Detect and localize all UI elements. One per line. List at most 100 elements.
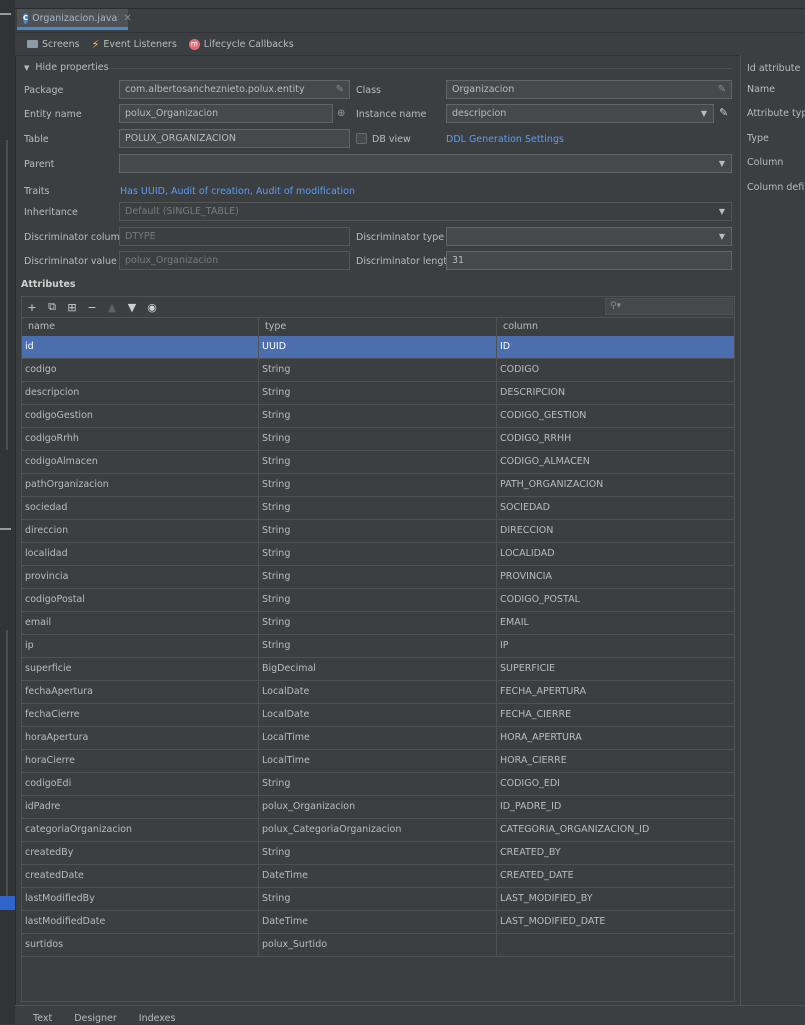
copy-icon[interactable]: ⧉ <box>42 300 62 314</box>
cell-name: codigoRrhh <box>22 428 259 450</box>
attributes-search-input[interactable]: ⚲▾ <box>605 298 733 315</box>
tab-text[interactable]: Text <box>33 1013 52 1025</box>
section-divider <box>108 68 732 69</box>
cell-column: CREATED_DATE <box>500 870 574 881</box>
cell-type: LocalDate <box>259 681 497 703</box>
cell-column: PATH_ORGANIZACION <box>500 479 604 490</box>
table-row[interactable]: horaCierre LocalTime HORA_CIERRE <box>22 750 734 773</box>
discriminator-value-field[interactable]: polux_Organizacion <box>119 251 350 270</box>
tab-indexes[interactable]: Indexes <box>139 1013 176 1025</box>
cell-type: String <box>259 428 497 450</box>
package-field[interactable]: com.albertosancheznieto.polux.entity ✎ <box>119 80 350 99</box>
table-row[interactable]: id UUID ID <box>22 336 734 359</box>
event-listeners-button[interactable]: ⚡ Event Listeners <box>92 38 177 51</box>
cell-type: polux_Surtido <box>259 934 497 956</box>
table-row[interactable]: idPadre polux_Organizacion ID_PADRE_ID <box>22 796 734 819</box>
class-field[interactable]: Organizacion ✎ <box>446 80 732 99</box>
cell-type: String <box>259 589 497 611</box>
table-row[interactable]: codigoRrhh String CODIGO_RRHH <box>22 428 734 451</box>
cell-column: LOCALIDAD <box>500 548 555 559</box>
globe-icon[interactable]: ⊕ <box>337 108 345 119</box>
inheritance-select[interactable]: Default (SINGLE_TABLE) ▼ <box>119 202 732 221</box>
attribute-type-label: Attribute type <box>747 108 805 119</box>
column-header-type[interactable]: type <box>259 318 497 337</box>
table-row[interactable]: lastModifiedBy String LAST_MODIFIED_BY <box>22 888 734 911</box>
table-row[interactable]: pathOrganizacion String PATH_ORGANIZACION <box>22 474 734 497</box>
event-listeners-label: Event Listeners <box>103 38 177 50</box>
table-row[interactable]: sociedad String SOCIEDAD <box>22 497 734 520</box>
table-row[interactable]: codigoPostal String CODIGO_POSTAL <box>22 589 734 612</box>
move-up-icon[interactable]: ▲ <box>102 301 122 314</box>
table-row[interactable]: surtidos polux_Surtido <box>22 934 734 957</box>
column-header-column[interactable]: column <box>497 318 734 337</box>
entity-name-field[interactable]: polux_Organizacion <box>119 104 333 123</box>
close-icon[interactable]: ✕ <box>123 13 131 24</box>
table-row[interactable]: categoriaOrganizacion polux_CategoriaOrga… <box>22 819 734 842</box>
editor-tab-title: Organizacion.java <box>32 12 118 24</box>
cell-name: categoriaOrganizacion <box>22 819 259 841</box>
pencil-icon[interactable]: ✎ <box>336 81 344 98</box>
db-view-label: DB view <box>372 134 411 145</box>
table-row[interactable]: email String EMAIL <box>22 612 734 635</box>
add-icon[interactable]: + <box>22 301 42 314</box>
db-view-checkbox[interactable] <box>356 133 367 144</box>
table-field[interactable]: POLUX_ORGANIZACION <box>119 129 350 148</box>
table-row[interactable]: horaApertura LocalTime HORA_APERTURA <box>22 727 734 750</box>
move-down-icon[interactable]: ▼ <box>122 301 142 314</box>
add-from-template-icon[interactable]: ⊞ <box>62 301 82 314</box>
lifecycle-callbacks-button[interactable]: m Lifecycle Callbacks <box>188 38 294 50</box>
screens-button[interactable]: Screens <box>27 39 80 50</box>
eye-icon[interactable]: ◉ <box>142 301 162 314</box>
table-row[interactable]: createdBy String CREATED_BY <box>22 842 734 865</box>
chevron-down-icon: ▼ <box>718 207 725 216</box>
cell-type: String <box>259 451 497 473</box>
table-row[interactable]: fechaApertura LocalDate FECHA_APERTURA <box>22 681 734 704</box>
editor-tab-strip: C Organizacion.java ✕ <box>15 0 805 33</box>
cell-type: polux_Organizacion <box>259 796 497 818</box>
cell-column: HORA_APERTURA <box>500 732 582 743</box>
column-header-name[interactable]: name <box>22 318 259 337</box>
attributes-table-body: id UUID ID codigo String CODIGO descripcion Str… <box>22 336 734 957</box>
cell-type: polux_CategoriaOrganizacion <box>259 819 497 841</box>
cell-name: lastModifiedBy <box>22 888 259 910</box>
cell-name: codigoGestion <box>22 405 259 427</box>
gutter-scroll-track[interactable] <box>6 140 8 450</box>
parent-select[interactable]: ▼ <box>119 154 732 173</box>
cell-name: fechaCierre <box>22 704 259 726</box>
discriminator-column-field[interactable]: DTYPE <box>119 227 350 246</box>
discriminator-length-field[interactable]: 31 <box>446 251 732 270</box>
hide-properties-toggle[interactable]: ▼ Hide properties <box>24 62 109 73</box>
cell-name: sociedad <box>22 497 259 519</box>
pencil-icon[interactable]: ✎ <box>718 81 726 98</box>
table-row[interactable]: ip String IP <box>22 635 734 658</box>
table-row[interactable]: codigoAlmacen String CODIGO_ALMACEN <box>22 451 734 474</box>
table-row[interactable]: fechaCierre LocalDate FECHA_CIERRE <box>22 704 734 727</box>
remove-icon[interactable]: − <box>82 301 102 314</box>
table-row[interactable]: localidad String LOCALIDAD <box>22 543 734 566</box>
gutter-selection <box>0 896 15 910</box>
table-row[interactable]: provincia String PROVINCIA <box>22 566 734 589</box>
table-row[interactable]: codigoGestion String CODIGO_GESTION <box>22 405 734 428</box>
table-row[interactable]: codigoEdi String CODIGO_EDI <box>22 773 734 796</box>
ddl-generation-settings-link[interactable]: DDL Generation Settings <box>446 134 564 145</box>
traits-link[interactable]: Has UUID, Audit of creation, Audit of mo… <box>120 186 355 197</box>
table-row[interactable]: createdDate DateTime CREATED_DATE <box>22 865 734 888</box>
gutter-scroll-track[interactable] <box>6 630 8 900</box>
tab-designer[interactable]: Designer <box>74 1013 117 1025</box>
cell-name: createdBy <box>22 842 259 864</box>
table-row[interactable]: lastModifiedDate DateTime LAST_MODIFIED_DA… <box>22 911 734 934</box>
discriminator-type-select[interactable]: ▼ <box>446 227 732 246</box>
cell-column: SOCIEDAD <box>500 502 550 513</box>
cell-type: String <box>259 382 497 404</box>
table-row[interactable]: direccion String DIRECCION <box>22 520 734 543</box>
edit-icon[interactable]: ✎ <box>719 106 728 119</box>
table-row[interactable]: descripcion String DESCRIPCION <box>22 382 734 405</box>
instance-name-select[interactable]: descripcion ▼ <box>446 104 714 123</box>
editor-tab-organizacion[interactable]: C Organizacion.java ✕ <box>17 9 132 30</box>
table-row[interactable]: superficie BigDecimal SUPERFICIE <box>22 658 734 681</box>
cell-name: horaCierre <box>22 750 259 772</box>
table-row[interactable]: codigo String CODIGO <box>22 359 734 382</box>
cell-column: HORA_CIERRE <box>500 755 567 766</box>
instance-name-label: Instance name <box>356 109 427 120</box>
cell-name: provincia <box>22 566 259 588</box>
